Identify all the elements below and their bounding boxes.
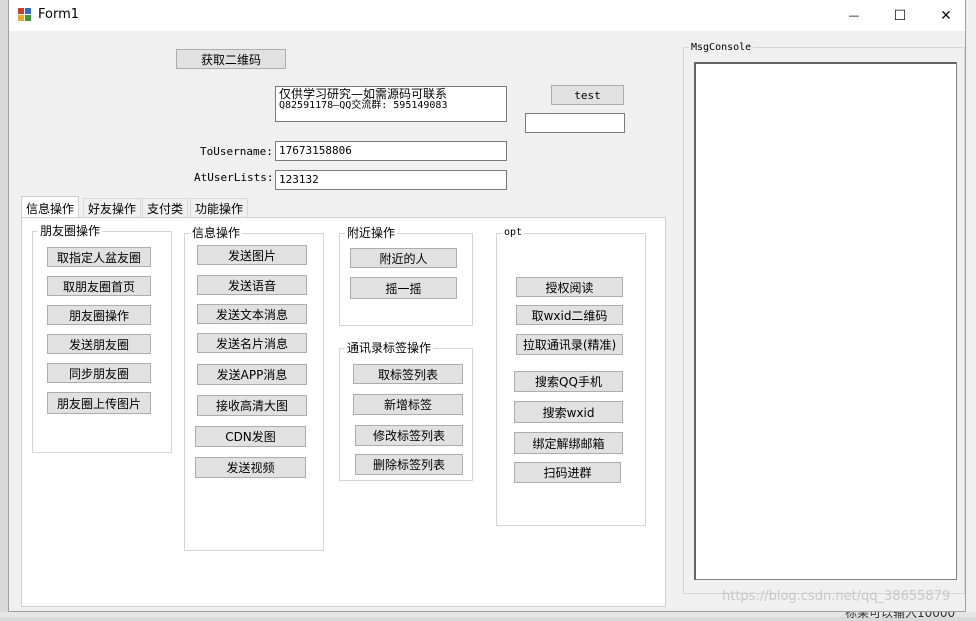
scan-join-group-button[interactable]: 扫码进群 — [514, 462, 621, 483]
opt-group-title: opt — [502, 225, 525, 241]
tab-function-ops[interactable]: 功能操作 — [190, 198, 249, 218]
to-username-label: ToUsername: — [200, 145, 273, 158]
notice-line-2: Q82591178—QQ交流群: 595149083 — [279, 100, 448, 111]
send-video-button[interactable]: 发送视频 — [195, 457, 306, 478]
nearby-group: 附近操作 附近的人 摇一摇 — [339, 225, 473, 326]
edit-tag-list-button[interactable]: 修改标签列表 — [355, 425, 463, 446]
maximize-icon: ☐ — [893, 7, 907, 24]
test-input[interactable] — [525, 113, 625, 133]
notice-line-1: 仅供学习研究—如需源码可联系 — [279, 87, 448, 101]
nearby-group-title: 附近操作 — [345, 225, 398, 241]
close-button[interactable]: ✕ — [923, 0, 969, 31]
search-qq-phone-button[interactable]: 搜索QQ手机 — [514, 371, 623, 392]
shake-button[interactable]: 摇一摇 — [350, 277, 457, 299]
watermark-text: https://blog.csdn.net/qq_38655879 — [722, 589, 951, 604]
maximize-button[interactable]: ☐ — [877, 0, 923, 31]
tab-label: 支付类 — [147, 202, 184, 216]
tab-info-ops[interactable]: 信息操作 — [21, 196, 80, 219]
title-bar[interactable]: Form1 — ☐ ✕ — [9, 0, 965, 31]
sync-moments-button[interactable]: 同步朋友圈 — [47, 363, 151, 383]
tab-panel: 朋友圈操作 取指定人盆友圈 取朋友圈首页 朋友圈操作 发送朋友圈 同步朋友圈 朋… — [21, 217, 666, 607]
moments-group: 朋友圈操作 取指定人盆友圈 取朋友圈首页 朋友圈操作 发送朋友圈 同步朋友圈 朋… — [32, 223, 172, 453]
contact-tags-group-title: 通讯录标签操作 — [345, 340, 434, 356]
send-card-button[interactable]: 发送名片消息 — [197, 333, 307, 353]
close-icon: ✕ — [940, 7, 952, 24]
minimize-icon: — — [848, 9, 860, 22]
form-icon — [18, 8, 32, 22]
message-group: 信息操作 发送图片 发送语音 发送文本消息 发送名片消息 发送APP消息 接收高… — [184, 225, 324, 551]
msg-console-title: MsgConsole — [689, 40, 754, 56]
moments-ops-button[interactable]: 朋友圈操作 — [47, 305, 151, 325]
background-window-edge — [966, 0, 976, 617]
post-moments-button[interactable]: 发送朋友圈 — [47, 334, 151, 354]
opt-group: opt 授权阅读 取wxid二维码 拉取通讯录(精准) 搜索QQ手机 搜索wxi… — [496, 225, 646, 526]
notice-textbox[interactable]: 仅供学习研究—如需源码可联系 Q82591178—QQ交流群: 59514908… — [275, 86, 507, 122]
msg-console-textarea[interactable] — [694, 62, 957, 580]
pull-contacts-button[interactable]: 拉取通讯录(精准) — [516, 334, 623, 355]
moments-home-button[interactable]: 取朋友圈首页 — [47, 276, 151, 296]
tab-label: 功能操作 — [195, 202, 244, 216]
bind-email-button[interactable]: 绑定解绑邮箱 — [514, 432, 623, 454]
search-wxid-button[interactable]: 搜索wxid — [514, 401, 623, 423]
upload-moments-image-button[interactable]: 朋友圈上传图片 — [47, 392, 151, 414]
msg-console-group: MsgConsole — [683, 40, 965, 594]
to-username-input[interactable]: 17673158806 — [275, 141, 507, 161]
contact-tags-group: 通讯录标签操作 取标签列表 新增标签 修改标签列表 删除标签列表 — [339, 340, 473, 481]
fetch-user-moments-button[interactable]: 取指定人盆友圈 — [47, 247, 151, 267]
cdn-send-image-button[interactable]: CDN发图 — [195, 426, 306, 447]
at-user-lists-input[interactable]: 123132 — [275, 170, 507, 190]
delete-tag-list-button[interactable]: 删除标签列表 — [355, 454, 463, 475]
tab-friend-ops[interactable]: 好友操作 — [83, 198, 142, 218]
tab-payment[interactable]: 支付类 — [142, 198, 189, 218]
add-tag-button[interactable]: 新增标签 — [353, 394, 463, 415]
receive-hd-image-button[interactable]: 接收高清大图 — [197, 395, 307, 416]
send-image-button[interactable]: 发送图片 — [197, 245, 307, 265]
test-button[interactable]: test — [551, 85, 624, 105]
main-window: Form1 — ☐ ✕ 获取二维码 仅供学习研究—如需源码可联系 Q825911… — [8, 0, 966, 612]
background-strip — [0, 612, 976, 617]
send-app-message-button[interactable]: 发送APP消息 — [197, 364, 307, 385]
send-voice-button[interactable]: 发送语音 — [197, 275, 307, 295]
authorize-read-button[interactable]: 授权阅读 — [516, 277, 623, 297]
window-title: Form1 — [38, 7, 80, 22]
minimize-button[interactable]: — — [831, 0, 877, 31]
get-qrcode-button[interactable]: 获取二维码 — [176, 49, 286, 69]
tab-label: 好友操作 — [88, 202, 137, 216]
moments-group-title: 朋友圈操作 — [38, 223, 103, 239]
nearby-people-button[interactable]: 附近的人 — [350, 248, 457, 268]
tab-label: 信息操作 — [26, 201, 75, 216]
get-tag-list-button[interactable]: 取标签列表 — [353, 364, 463, 384]
send-text-button[interactable]: 发送文本消息 — [197, 304, 307, 324]
get-wxid-qrcode-button[interactable]: 取wxid二维码 — [516, 305, 623, 325]
message-group-title: 信息操作 — [190, 225, 243, 241]
at-user-lists-label: AtUserLists: — [194, 171, 274, 184]
